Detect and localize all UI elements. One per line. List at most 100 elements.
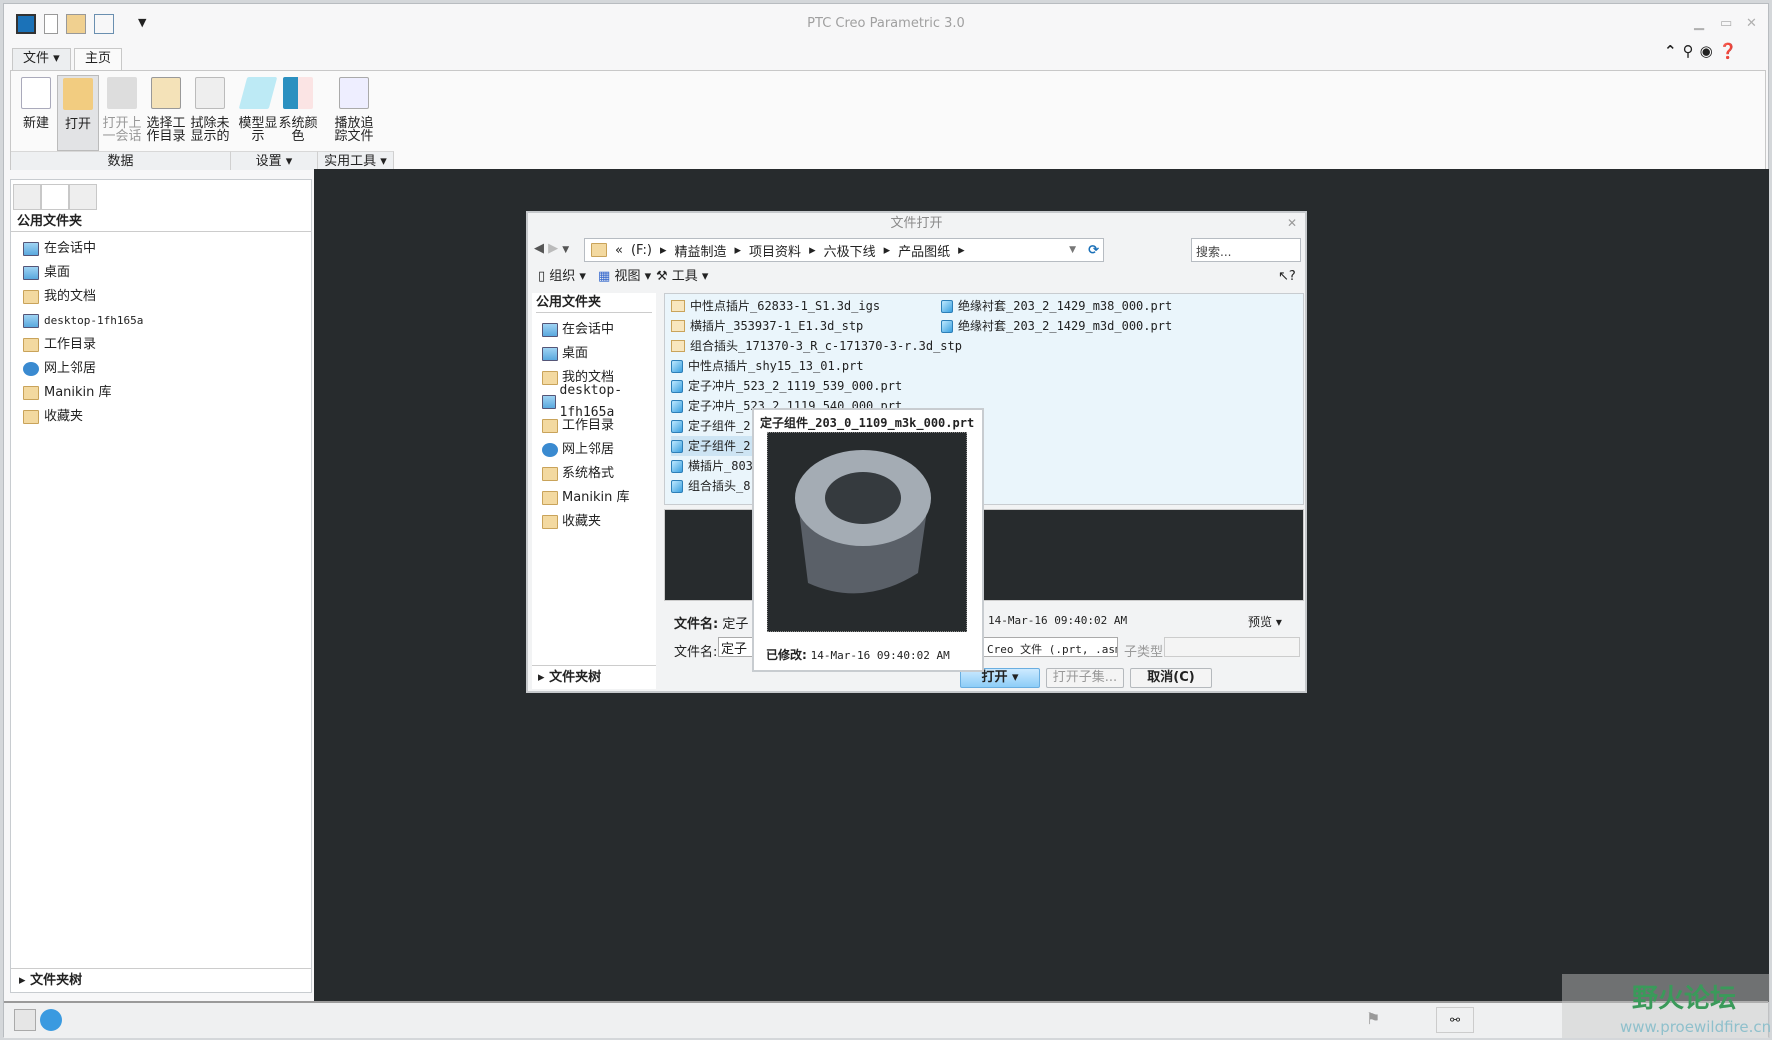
browser-toggle-icon[interactable] bbox=[40, 1009, 62, 1031]
dialog-close-icon[interactable]: ✕ bbox=[1287, 216, 1297, 230]
library-icon bbox=[23, 386, 39, 400]
close-icon[interactable]: ✕ bbox=[1746, 16, 1757, 31]
eraser-icon bbox=[195, 77, 225, 109]
tools-icon: ⚒ bbox=[656, 269, 668, 284]
view-menu[interactable]: ▦ 视图 ▾ bbox=[598, 267, 651, 287]
collapse-ribbon-icon[interactable]: ⌃ bbox=[1664, 42, 1683, 60]
tools-menu[interactable]: ⚒ 工具 ▾ bbox=[656, 267, 708, 287]
part-icon bbox=[941, 299, 953, 313]
model-display-button[interactable]: 模型显示 bbox=[237, 75, 279, 151]
panel-header: 公用文件夹 bbox=[11, 212, 311, 232]
maximize-icon[interactable]: ▭ bbox=[1720, 16, 1732, 31]
part-icon bbox=[671, 379, 683, 393]
favorites-tab[interactable] bbox=[69, 184, 97, 210]
breadcrumb-overflow[interactable]: « bbox=[615, 243, 623, 258]
play-trail-button[interactable]: 播放追踪文件 bbox=[333, 75, 375, 151]
context-help-icon[interactable]: ↖? bbox=[1278, 267, 1296, 287]
nav-manikin[interactable]: Manikin 库 bbox=[23, 382, 112, 404]
address-dropdown-icon[interactable]: ▼ bbox=[1069, 245, 1076, 255]
search-icon[interactable]: ⚲ bbox=[1683, 42, 1700, 60]
nav-manikin[interactable]: Manikin 库 bbox=[542, 487, 630, 509]
part-icon bbox=[671, 359, 683, 373]
new-button[interactable]: 新建 bbox=[15, 75, 57, 151]
trail-icon bbox=[339, 77, 369, 109]
folder-tree-toggle[interactable]: ▸ 文件夹树 bbox=[11, 968, 311, 992]
nav-favorites[interactable]: 收藏夹 bbox=[23, 406, 83, 428]
search-input[interactable]: 搜索... bbox=[1191, 238, 1301, 262]
nav-working-dir[interactable]: 工作目录 bbox=[542, 415, 614, 437]
cancel-button[interactable]: 取消(C) bbox=[1130, 668, 1212, 688]
nav-desktop[interactable]: 桌面 bbox=[23, 262, 70, 284]
working-dir-icon bbox=[151, 77, 181, 109]
subtype-select[interactable] bbox=[1164, 637, 1300, 657]
minimize-icon[interactable]: ▁ bbox=[1694, 16, 1704, 31]
file-item[interactable]: 定子冲片_523_2_1119_539_000.prt bbox=[671, 376, 962, 396]
file-item[interactable]: 绝缘衬套_203_2_1429_m38_000.prt bbox=[941, 296, 1172, 316]
erase-not-displayed-button[interactable]: 拭除未显示的 bbox=[189, 75, 231, 151]
app-menu-icon[interactable] bbox=[16, 14, 36, 34]
group-settings[interactable]: 设置 ▾ bbox=[231, 151, 318, 170]
dialog-title: 文件打开 bbox=[890, 216, 943, 231]
type-select[interactable]: Creo 文件 (.prt, .asm bbox=[982, 637, 1118, 657]
folder-tree-toggle[interactable]: ▸ 文件夹树 bbox=[532, 665, 656, 689]
file-item[interactable]: 绝缘衬套_203_2_1429_m3d_000.prt bbox=[941, 316, 1172, 336]
group-utilities[interactable]: 实用工具 ▾ bbox=[318, 151, 394, 170]
tab-file[interactable]: 文件 ▾ bbox=[12, 48, 71, 70]
breadcrumb-item[interactable]: 产品图纸 bbox=[898, 241, 950, 260]
windows-icon[interactable] bbox=[94, 14, 114, 34]
nav-computer[interactable]: desktop-1fh165a bbox=[542, 383, 656, 420]
open-file-icon[interactable] bbox=[66, 14, 86, 34]
nav-in-session[interactable]: 在会话中 bbox=[542, 319, 614, 341]
nav-network[interactable]: 网上邻居 bbox=[542, 439, 614, 461]
folder-icon bbox=[671, 340, 685, 352]
file-tooltip: 定子组件_203_0_1109_m3k_000.prt 已修改: 14-Mar-… bbox=[752, 408, 984, 672]
file-item[interactable]: 横插片_353937-1_E1.3d_stp bbox=[671, 316, 962, 336]
favorites-icon bbox=[23, 410, 39, 424]
computer-icon bbox=[542, 395, 556, 409]
organize-menu[interactable]: ▯ 组织 ▾ bbox=[538, 267, 586, 287]
nav-network[interactable]: 网上邻居 bbox=[23, 358, 96, 380]
find-icon[interactable]: ⚯ bbox=[1436, 1007, 1474, 1033]
model-tree-tab[interactable] bbox=[13, 184, 41, 210]
address-bar[interactable]: « (F:) ▸ 精益制造 ▸ 项目资料 ▸ 六极下线 ▸ 产品图纸 ▸ ▼ ⟳ bbox=[584, 238, 1104, 262]
open-subset-button[interactable]: 打开子集... bbox=[1046, 668, 1124, 688]
folder-icon bbox=[591, 243, 607, 257]
file-item[interactable]: 中性点插片_62833-1_S1.3d_igs bbox=[671, 296, 962, 316]
breadcrumb-item[interactable]: 项目资料 bbox=[749, 241, 801, 260]
nav-my-documents[interactable]: 我的文档 bbox=[23, 286, 96, 308]
flag-icon[interactable]: ⚑ bbox=[1366, 1009, 1380, 1028]
breadcrumb-item[interactable]: 精益制造 bbox=[675, 241, 727, 260]
open-last-session-button[interactable]: 打开上一会话 bbox=[101, 75, 143, 151]
nav-system-formats[interactable]: 系统格式 bbox=[542, 463, 614, 485]
learning-icon[interactable]: ◉ bbox=[1700, 42, 1719, 60]
nav-in-session[interactable]: 在会话中 bbox=[23, 238, 96, 260]
refresh-icon[interactable]: ⟳ bbox=[1084, 243, 1103, 258]
new-file-icon[interactable] bbox=[44, 14, 58, 34]
file-item[interactable]: 中性点插片_shy15_13_01.prt bbox=[671, 356, 962, 376]
nav-working-dir[interactable]: 工作目录 bbox=[23, 334, 96, 356]
nav-favorites[interactable]: 收藏夹 bbox=[542, 511, 601, 533]
open-button[interactable]: 打开 bbox=[57, 75, 99, 151]
nav-header: 公用文件夹 bbox=[536, 293, 652, 313]
back-icon[interactable]: ◀ bbox=[534, 241, 544, 256]
folder-browser-tab[interactable] bbox=[41, 184, 69, 210]
breadcrumb-drive[interactable]: (F:) bbox=[631, 243, 652, 258]
file-item[interactable]: 组合插头_171370-3_R_c-171370-3-r.3d_stp bbox=[671, 336, 962, 356]
stator-thumbnail-image bbox=[795, 450, 931, 594]
help-icon[interactable]: ❓ bbox=[1719, 42, 1744, 60]
nav-computer[interactable]: desktop-1fh165a bbox=[23, 310, 143, 332]
part-icon bbox=[671, 419, 683, 433]
model-tree-toggle-icon[interactable] bbox=[14, 1009, 36, 1031]
history-dropdown-icon[interactable]: ▼ bbox=[562, 245, 569, 255]
customize-toolbar-icon[interactable]: ▼ bbox=[138, 16, 146, 29]
system-colors-button[interactable]: 系统颜色 bbox=[277, 75, 319, 151]
breadcrumb-item[interactable]: 六极下线 bbox=[824, 241, 876, 260]
select-working-dir-button[interactable]: 选择工作目录 bbox=[145, 75, 187, 151]
favorites-icon bbox=[542, 515, 558, 529]
preview-toggle[interactable]: 预览 ▾ bbox=[1248, 613, 1282, 630]
tab-home[interactable]: 主页 bbox=[74, 48, 123, 71]
computer-icon bbox=[23, 314, 39, 328]
filename-label: 文件名: bbox=[674, 645, 718, 660]
forward-icon[interactable]: ▶ bbox=[548, 241, 558, 256]
nav-desktop[interactable]: 桌面 bbox=[542, 343, 588, 365]
